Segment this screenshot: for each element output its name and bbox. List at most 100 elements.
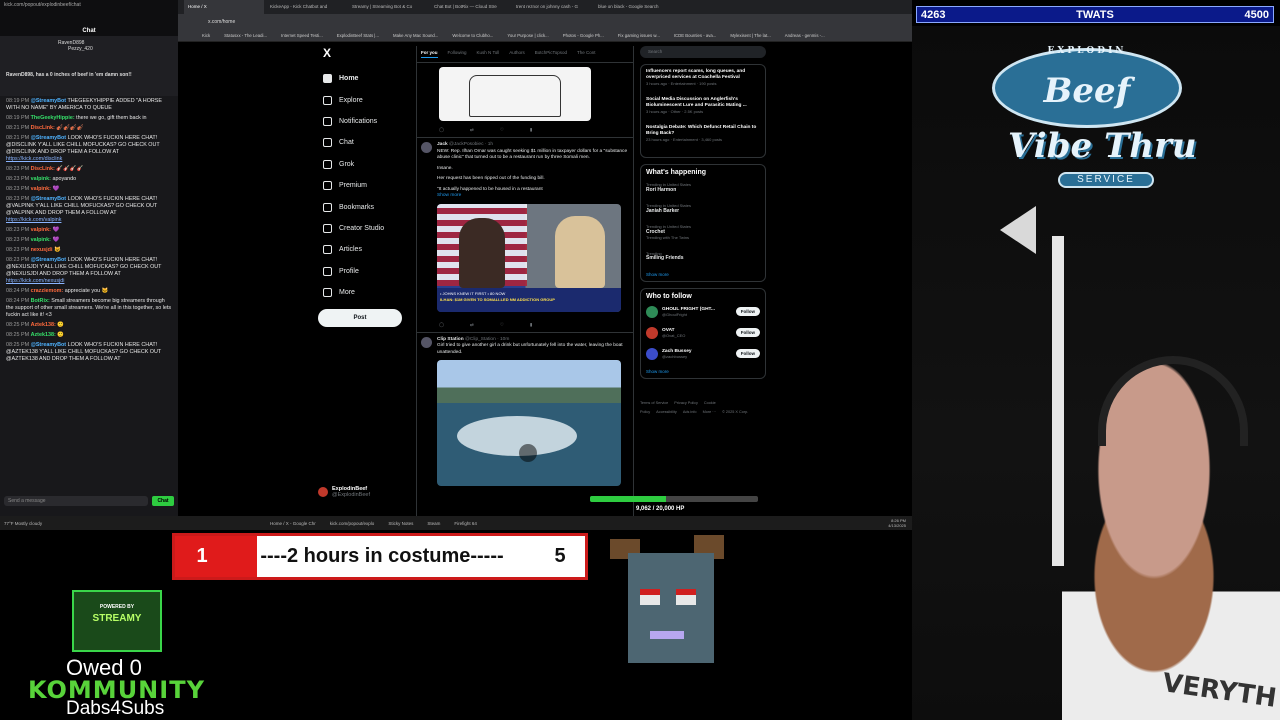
footer-link[interactable]: Accessibility	[656, 410, 677, 414]
footer-link[interactable]: Terms of Service	[640, 401, 668, 405]
chat-username[interactable]: nexusjdi	[31, 247, 53, 253]
reply-icon[interactable]: ◯	[439, 322, 444, 328]
bookmark-item[interactable]: Make Any Mac Sound...	[393, 33, 438, 38]
chat-username[interactable]: @StreamyBot	[31, 342, 67, 348]
like-icon[interactable]: ♡	[500, 127, 504, 133]
taskbar-app[interactable]: Home / X - Google Chr	[266, 521, 320, 526]
tweet-image-news[interactable]: • JOHNS KNEW IT FIRST • 80 NOW ILHAN: $1…	[437, 203, 621, 312]
chat-username[interactable]: crazziemom:	[31, 288, 64, 294]
chat-username[interactable]: valpink:	[31, 227, 51, 233]
bookmark-item[interactable]: Welcome to Clubho...	[452, 33, 493, 38]
bookmark-item[interactable]: ExplodinBeef Stats |...	[337, 33, 379, 38]
clock[interactable]: 8:26 PM 4/13/2025	[888, 518, 906, 528]
nav-item-creator-studio[interactable]: Creator Studio	[318, 218, 418, 239]
taskbar-app[interactable]: Sticky Notes	[384, 521, 417, 526]
retweet-icon[interactable]: ⇄	[470, 322, 474, 328]
nav-item-articles[interactable]: Articles	[318, 239, 418, 260]
nav-item-bookmarks[interactable]: Bookmarks	[318, 196, 418, 217]
tab-list[interactable]: Kush N Toll	[477, 50, 500, 58]
tab-list[interactable]: The Cont	[577, 50, 596, 58]
tab-following[interactable]: Following	[448, 50, 467, 58]
nav-item-premium[interactable]: Premium	[318, 175, 418, 196]
news-item[interactable]: Social Media Discussion on Anglerfish's …	[646, 97, 760, 115]
chat-username[interactable]: valpink:	[31, 237, 51, 243]
tweet[interactable]: Clip Station @Clip_Station · 10m Girl tr…	[417, 331, 633, 491]
follow-button[interactable]: Follow	[735, 307, 760, 316]
chat-input[interactable]: Send a message	[4, 496, 148, 506]
nav-item-explore[interactable]: Explore	[318, 89, 418, 110]
chat-username[interactable]: Aztek138:	[31, 322, 56, 328]
news-item[interactable]: Nostalgia Debate: Which Defunct Retail C…	[646, 125, 760, 143]
trend-item[interactable]: Trending Smiling Friends	[646, 251, 760, 262]
footer-link[interactable]: © 2025 X Corp.	[722, 410, 748, 414]
tab-list[interactable]: BotchPicTopsod	[535, 50, 567, 58]
trend-item[interactable]: Trending in United States Rori Harmon	[646, 182, 760, 193]
bookmark-item[interactable]: Kick	[202, 33, 210, 38]
chat-username[interactable]: TheGeekyHippie:	[31, 115, 75, 121]
browser-tab[interactable]: Chat Bot | BotRix — Cloud Stre	[430, 0, 510, 14]
taskbar-app[interactable]: Firefight 64	[450, 521, 481, 526]
x-logo[interactable]: X	[323, 46, 418, 60]
search-input[interactable]: Search	[640, 46, 766, 58]
weather-widget[interactable]: 77°F Mostly cloudy	[0, 521, 60, 526]
nav-item-home[interactable]: Home	[318, 68, 418, 89]
footer-link[interactable]: Ads info	[683, 410, 697, 414]
browser-tab[interactable]: trent reznor on johnny cash - G	[512, 0, 592, 14]
taskbar-app[interactable]: Steam	[423, 521, 444, 526]
bookmark-item[interactable]: Andreas - genmis -...	[785, 33, 825, 38]
tab-for-you[interactable]: For you	[421, 50, 438, 58]
bookmark-item[interactable]: Mylexisent | The lat...	[730, 33, 770, 38]
show-more-link[interactable]: Show more	[646, 272, 760, 277]
footer-link[interactable]: Privacy Policy	[674, 401, 698, 405]
like-icon[interactable]: ♡	[500, 322, 504, 328]
tweet[interactable]: Jack @JackPosobiec · 1h NEW: Rep. Ilhan …	[417, 137, 633, 316]
chat-send-button[interactable]: Chat	[152, 496, 174, 506]
tab-list[interactable]: Authors	[509, 50, 525, 58]
nav-item-grok[interactable]: Grok	[318, 154, 418, 175]
chat-username[interactable]: @StreamyBot	[31, 196, 67, 202]
nav-item-chat[interactable]: Chat	[318, 132, 418, 153]
nav-item-profile[interactable]: Profile	[318, 261, 418, 282]
chat-username[interactable]: @StreamyBot	[31, 135, 67, 141]
chat-username[interactable]: BotRix:	[31, 298, 50, 304]
trend-item[interactable]: Trending in United States Janiah Barker	[646, 203, 760, 214]
bookmark-item[interactable]: Your Purpose | click...	[507, 33, 548, 38]
bookmark-item[interactable]: Fix gaming issues w...	[618, 33, 660, 38]
footer-link[interactable]: More ···	[703, 410, 717, 414]
bookmark-item[interactable]: ICDE Bounties - ava...	[674, 33, 717, 38]
taskbar-app[interactable]: kick.com/popout/explo	[326, 521, 379, 526]
views-icon[interactable]: ▮	[530, 127, 532, 133]
follow-button[interactable]: Follow	[735, 349, 760, 358]
bookmark-item[interactable]: Internet Speed Testi...	[281, 33, 323, 38]
browser-tab[interactable]: blue on black - Google Search	[594, 0, 674, 14]
reply-icon[interactable]: ◯	[439, 127, 444, 133]
follow-suggestion[interactable]: Zach Bussey @zachbussey Follow	[646, 347, 760, 360]
chat-username[interactable]: @StreamyBot	[31, 98, 67, 104]
news-item[interactable]: Influencers report scams, long queues, a…	[646, 69, 760, 87]
chat-username[interactable]: @StreamyBot	[31, 257, 67, 263]
follow-suggestion[interactable]: OVAT @Ovat_CEO Follow	[646, 326, 760, 339]
browser-tab[interactable]: Streamy | Streaming Bot & Co	[348, 0, 428, 14]
retweet-icon[interactable]: ⇄	[470, 127, 474, 133]
tweet-author[interactable]: Clip Station	[437, 337, 464, 342]
chat-username[interactable]: DiscLink:	[31, 125, 55, 131]
play-icon[interactable]	[519, 444, 537, 462]
nav-item-more[interactable]: More	[318, 282, 418, 303]
chat-link[interactable]: https://kick.com/nexusjdi	[6, 278, 172, 285]
chat-link[interactable]: https://kick.com/disclink	[6, 156, 172, 163]
chat-username[interactable]: Aztek138:	[31, 332, 56, 338]
tweet-author[interactable]: Jack	[437, 142, 448, 147]
views-icon[interactable]: ▮	[530, 322, 532, 328]
follow-button[interactable]: Follow	[735, 328, 760, 337]
chat-username[interactable]: valpink:	[31, 176, 51, 182]
trend-item[interactable]: Trending in United States Crochet Trending…	[646, 224, 760, 241]
browser-tab[interactable]: Home / X	[184, 0, 264, 14]
chat-username[interactable]: DiscLink:	[31, 166, 55, 172]
bookmark-item[interactable]: Photos - Google Ph...	[563, 33, 604, 38]
tweet-image-cartoon[interactable]	[439, 67, 591, 121]
bookmark-item[interactable]: Statusxx - The Leadi...	[224, 33, 267, 38]
address-bar[interactable]: x.com/home	[178, 14, 912, 30]
tweet-video[interactable]	[437, 360, 621, 486]
chat-username[interactable]: valpink:	[31, 186, 51, 192]
account-switcher[interactable]: ExplodinBeef @ExplodinBeef	[318, 486, 408, 498]
